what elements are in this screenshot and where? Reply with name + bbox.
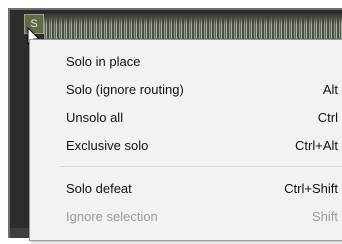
menu-item-label: Solo (ignore routing) — [66, 82, 184, 97]
menu-item-label: Solo defeat — [66, 181, 132, 196]
menu-item-label: Unsolo all — [66, 110, 124, 125]
menu-separator — [60, 166, 342, 167]
menu-item-solo-defeat[interactable]: Solo defeat Ctrl+Shift — [30, 174, 342, 202]
menu-item-shortcut: Ctrl+Shift — [284, 181, 338, 196]
menu-item-solo-ignore-routing[interactable]: Solo (ignore routing) Alt — [30, 75, 342, 103]
menu-item-unsolo-all[interactable]: Unsolo all Ctrl — [30, 103, 342, 131]
menu-item-ignore-selection: Ignore selection Shift — [30, 202, 342, 230]
menu-item-label: Solo in place — [66, 54, 141, 69]
menu-item-shortcut: Alt — [322, 82, 338, 97]
menu-item-shortcut: Ctrl — [317, 110, 338, 125]
menu-item-exclusive-solo[interactable]: Exclusive solo Ctrl+Alt — [30, 131, 342, 159]
menu-item-solo-in-place[interactable]: Solo in place — [30, 47, 342, 75]
menu-item-label: Exclusive solo — [66, 138, 149, 153]
menu-item-shortcut: Ctrl+Alt — [295, 138, 338, 153]
menu-item-label: Ignore selection — [66, 209, 158, 224]
solo-context-menu: Solo in place Solo (ignore routing) Alt … — [29, 39, 342, 241]
menu-item-shortcut: Shift — [311, 209, 338, 224]
